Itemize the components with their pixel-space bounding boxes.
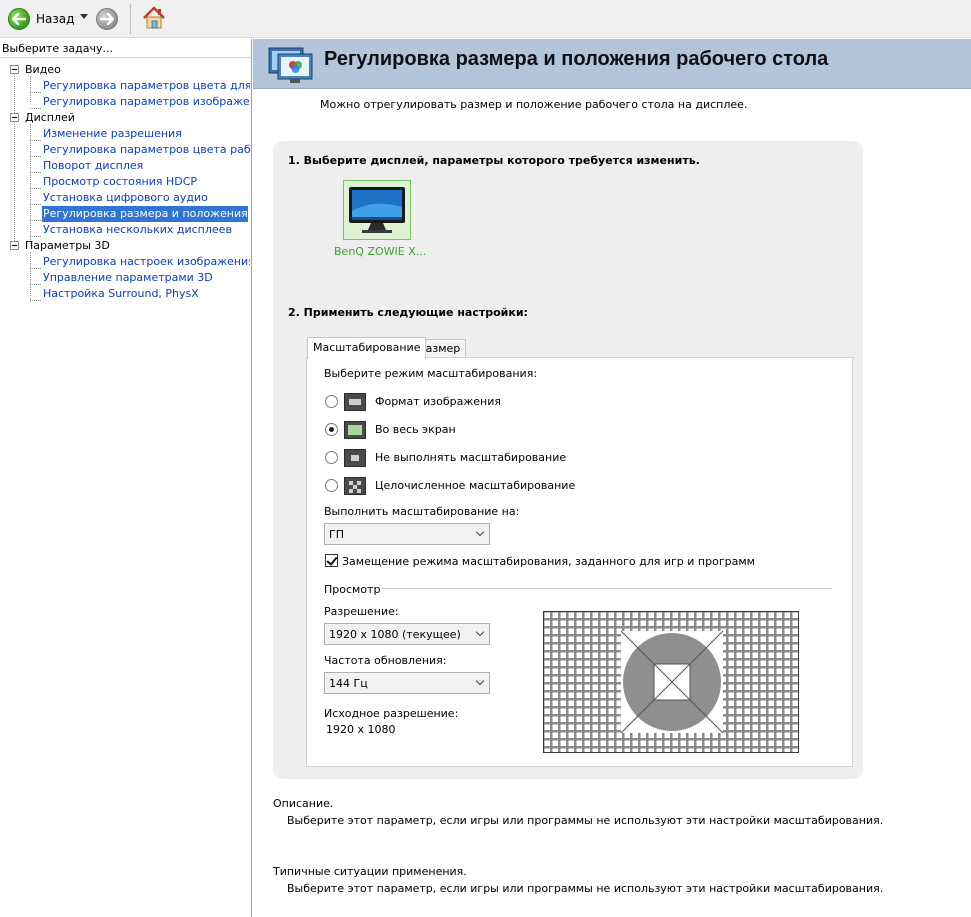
back-button-label[interactable]: Назад	[36, 12, 74, 26]
radio-aspect-ratio[interactable]	[325, 395, 338, 408]
scaling-tab-panel: Выберите режим масштабирования: Формат и…	[306, 357, 853, 767]
page-title: Регулировка размера и положения рабочего…	[324, 48, 829, 70]
integer-scaling-icon	[344, 477, 366, 495]
display-tile[interactable]	[343, 180, 411, 240]
toolbar: Назад	[0, 0, 971, 38]
sidebar-item-3d-image-settings[interactable]: Регулировка настроек изображения с пр	[42, 254, 250, 270]
native-resolution-value: 1920 x 1080	[326, 723, 396, 736]
sidebar-item-hdcp-status[interactable]: Просмотр состояния HDCP	[42, 174, 198, 190]
no-scaling-icon	[344, 449, 366, 467]
main-panel: Регулировка размера и положения рабочего…	[253, 39, 971, 917]
back-dropdown-icon[interactable]	[80, 14, 88, 19]
chevron-down-icon	[475, 627, 485, 637]
aspect-ratio-icon	[344, 393, 366, 411]
sidebar-item-digital-audio[interactable]: Установка цифрового аудио	[42, 190, 209, 206]
collapse-icon[interactable]	[10, 241, 19, 250]
native-resolution-label: Исходное разрешение:	[324, 707, 459, 720]
scaling-preview-image	[543, 611, 799, 753]
sidebar-item-video-image[interactable]: Регулировка параметров изображения д	[42, 94, 250, 110]
refresh-rate-value: 144 Гц	[329, 677, 368, 690]
forward-arrow-icon[interactable]	[96, 8, 118, 30]
full-screen-icon	[344, 421, 366, 439]
collapse-icon[interactable]	[10, 113, 19, 122]
task-panel-title: Выберите задачу...	[0, 39, 251, 58]
preview-group-divider	[382, 588, 832, 589]
sidebar-item-change-resolution[interactable]: Изменение разрешения	[42, 126, 183, 142]
chevron-down-icon	[475, 676, 485, 686]
display-name[interactable]: BenQ ZOWIE X...	[334, 245, 426, 258]
chevron-down-icon	[475, 527, 485, 537]
typical-usage-title: Типичные ситуации применения.	[273, 865, 467, 878]
mode-aspect-ratio-label[interactable]: Формат изображения	[375, 395, 501, 408]
back-arrow-icon[interactable]	[8, 8, 30, 30]
override-label[interactable]: Замещение режима масштабирования, заданн…	[342, 555, 755, 568]
tab-scaling[interactable]: Масштабирование	[307, 337, 427, 359]
perform-scaling-on-value: ГП	[329, 528, 344, 541]
page-header: Регулировка размера и положения рабочего…	[253, 39, 971, 89]
resolution-value: 1920 x 1080 (текущее)	[329, 628, 461, 641]
override-checkbox[interactable]	[325, 554, 338, 567]
description-body: Выберите этот параметр, если игры или пр…	[287, 814, 884, 827]
radio-integer-scaling[interactable]	[325, 479, 338, 492]
mode-no-scaling-label[interactable]: Не выполнять масштабирование	[375, 451, 566, 464]
sidebar-item-desktop-color[interactable]: Регулировка параметров цвета рабочег	[42, 142, 250, 158]
typical-usage-body: Выберите этот параметр, если игры или пр…	[287, 882, 884, 895]
task-tree: Видео Регулировка параметров цвета для в…	[0, 62, 250, 322]
settings-card: 1. Выберите дисплей, параметры которого …	[273, 141, 863, 779]
home-icon[interactable]	[141, 5, 167, 31]
preview-group-label: Просмотр	[324, 583, 381, 596]
sidebar-item-multiple-displays[interactable]: Установка нескольких дисплеев	[42, 222, 233, 238]
mode-integer-scaling-label[interactable]: Целочисленное масштабирование	[375, 479, 575, 492]
perform-scaling-on-label: Выполнить масштабирование на:	[324, 505, 520, 518]
page-subtitle: Можно отрегулировать размер и положение …	[320, 98, 748, 111]
sidebar-item-surround-physx[interactable]: Настройка Surround, PhysX	[42, 286, 200, 302]
sidebar-item-video-color[interactable]: Регулировка параметров цвета для вид	[42, 78, 250, 94]
sidebar-item-rotate-display[interactable]: Поворот дисплея	[42, 158, 144, 174]
step1-label: 1. Выберите дисплей, параметры которого …	[288, 154, 700, 167]
display-settings-icon	[268, 47, 313, 83]
task-panel: Выберите задачу... Видео Регулировка пар…	[0, 39, 252, 917]
description-title: Описание.	[273, 797, 334, 810]
monitor-icon	[349, 187, 405, 233]
step2-label: 2. Применить следующие настройки:	[288, 306, 528, 319]
sidebar-item-manage-3d[interactable]: Управление параметрами 3D	[42, 270, 214, 286]
radio-full-screen[interactable]	[325, 423, 338, 436]
sidebar-item-desktop-size[interactable]: Регулировка размера и положения рабо	[42, 206, 248, 222]
mode-full-screen-label[interactable]: Во весь экран	[375, 423, 456, 436]
radio-no-scaling[interactable]	[325, 451, 338, 464]
collapse-icon[interactable]	[10, 65, 19, 74]
perform-scaling-on-select[interactable]: ГП	[324, 523, 490, 545]
resolution-select[interactable]: 1920 x 1080 (текущее)	[324, 623, 490, 645]
refresh-rate-label: Частота обновления:	[324, 654, 447, 667]
resolution-label: Разрешение:	[324, 605, 399, 618]
refresh-rate-select[interactable]: 144 Гц	[324, 672, 490, 694]
toolbar-separator	[130, 4, 131, 34]
scaling-mode-label: Выберите режим масштабирования:	[324, 367, 538, 380]
